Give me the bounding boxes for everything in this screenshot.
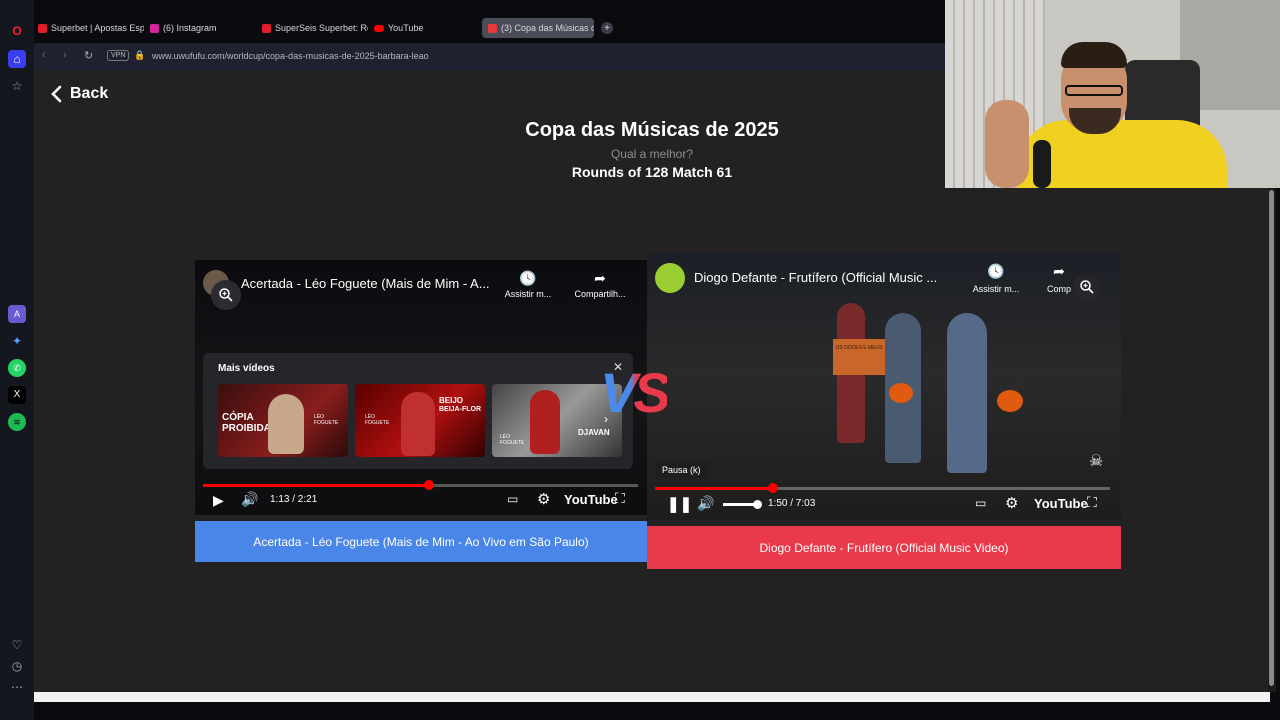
fullscreen-icon[interactable]: ⛶ [615, 490, 625, 507]
watch-later-button[interactable]: 🕓 Assistir m... [963, 263, 1029, 294]
fullscreen-icon[interactable]: ⛶ [1087, 494, 1097, 511]
choose-left-button[interactable]: Acertada - Léo Foguete (Mais de Mim - Ao… [195, 521, 647, 562]
forward-nav-icon[interactable]: › [63, 49, 67, 61]
clock-icon: 🕓 [519, 270, 537, 286]
history-icon[interactable]: ◷ [8, 657, 26, 675]
aria-icon[interactable]: A [8, 305, 26, 323]
volume-icon[interactable]: 🔊 [241, 491, 258, 508]
singer-figure [268, 394, 304, 454]
more-videos-panel: Mais vídeos ✕ CÓPIA PROIBIDA LÉO FOGUETE… [203, 353, 633, 469]
spotify-icon[interactable]: ≋ [8, 413, 26, 431]
uwufufu-icon [488, 23, 497, 33]
pause-tooltip: Pausa (k) [655, 462, 708, 478]
share-icon: ➦ [1053, 263, 1065, 279]
webcam-overlay [945, 0, 1280, 188]
page-bottom-strip [34, 692, 1270, 702]
left-video-player[interactable]: Acertada - Léo Foguete (Mais de Mim - A.… [195, 260, 647, 515]
tab-copa-das-musicas[interactable]: (3) Copa das Músicas de [482, 18, 594, 38]
settings-icon[interactable]: ⚙ [537, 490, 550, 508]
play-icon[interactable]: ▶ [213, 492, 224, 509]
tab-youtube[interactable]: YouTube [374, 18, 474, 38]
messenger-icon[interactable]: ✦ [8, 332, 26, 350]
volume-slider[interactable] [723, 500, 762, 509]
progress-bar[interactable] [203, 480, 638, 490]
superbet-icon [262, 23, 271, 33]
lock-icon[interactable]: 🔒 [134, 50, 145, 61]
back-nav-icon[interactable]: ‹ [42, 49, 46, 61]
volume-knob[interactable] [753, 500, 762, 509]
person-figure [947, 313, 987, 473]
more-videos-label: Mais vídeos [218, 363, 275, 374]
clock-icon: 🕓 [987, 263, 1005, 279]
youtube-icon [374, 24, 384, 32]
opera-icon[interactable]: O [8, 22, 26, 40]
browser-sidebar: O ⌂ ☆ A ✦ ✆ X ≋ ♡ ◷ ⋯ [0, 0, 34, 720]
tab-bar: Superbet | Apostas Esportivas (6) Instag… [34, 14, 945, 42]
progress-knob[interactable] [768, 483, 779, 493]
singer-figure [530, 390, 560, 454]
url-field[interactable]: www.uwufufu.com/worldcup/copa-das-musica… [152, 51, 429, 61]
tab-superbet[interactable]: Superbet | Apostas Esportivas [38, 18, 144, 38]
vpn-badge[interactable]: VPN [107, 50, 130, 61]
subtitles-icon[interactable]: ▭ [507, 492, 518, 506]
pumpkin-bucket [889, 383, 913, 403]
choose-right-button[interactable]: Diogo Defante - Frutífero (Official Musi… [647, 526, 1121, 569]
chevron-left-icon [51, 85, 62, 103]
skull-icon: ☠ [1089, 453, 1104, 470]
share-button[interactable]: ➦ Compartilh... [567, 270, 633, 299]
home-icon[interactable]: ⌂ [8, 50, 26, 68]
progress-fill [655, 487, 774, 490]
protest-sign: OS DOCES E MEUS [833, 339, 885, 375]
instagram-icon [150, 23, 159, 33]
progress-knob[interactable] [424, 480, 435, 490]
back-button[interactable]: Back [50, 85, 108, 103]
share-icon: ➦ [594, 270, 606, 286]
pumpkin-bucket [997, 390, 1023, 412]
whatsapp-icon[interactable]: ✆ [8, 359, 26, 377]
heart-icon[interactable]: ♡ [8, 636, 26, 654]
scrollbar-thumb[interactable] [1269, 190, 1274, 686]
settings-icon[interactable]: ⚙ [1005, 494, 1018, 512]
page-scrollbar[interactable] [1268, 188, 1276, 692]
tab-instagram[interactable]: (6) Instagram [150, 18, 250, 38]
youtube-logo[interactable]: YouTube [1034, 496, 1088, 511]
progress-bar[interactable] [655, 483, 1110, 493]
new-tab-button[interactable]: + [601, 22, 613, 34]
time-display: 1:50 / 7:03 [768, 498, 816, 509]
microphone [1033, 140, 1051, 188]
vs-label: VS [600, 361, 671, 424]
star-icon[interactable]: ☆ [8, 77, 26, 95]
page-subtitle: Qual a melhor? [610, 147, 694, 161]
zoom-icon[interactable] [1073, 273, 1101, 301]
subtitles-icon[interactable]: ▭ [975, 496, 986, 510]
progress-fill [203, 484, 430, 487]
magnifier-icon [219, 288, 233, 302]
time-display: 1:13 / 2:21 [270, 494, 318, 505]
zoom-icon[interactable] [211, 280, 241, 310]
x-icon[interactable]: X [8, 386, 26, 404]
page-title: Copa das Músicas de 2025 [525, 119, 779, 141]
person-hair [1061, 42, 1127, 68]
video-title[interactable]: Acertada - Léo Foguete (Mais de Mim - A.… [241, 276, 490, 291]
right-video-player[interactable]: OS DOCES E MEUS Diogo Defante - Frutífer… [647, 253, 1121, 520]
pause-icon[interactable]: ❚❚ [667, 495, 692, 513]
reload-icon[interactable]: ↻ [84, 49, 93, 62]
watch-later-button[interactable]: 🕓 Assistir m... [497, 270, 559, 299]
address-bar: ‹ › ↻ VPN 🔒 www.uwufufu.com/worldcup/cop… [34, 43, 945, 70]
volume-icon[interactable]: 🔊 [697, 495, 714, 512]
person-arm [985, 100, 1029, 188]
video-title[interactable]: Diogo Defante - Frutífero (Official Musi… [694, 270, 937, 285]
magnifier-icon [1080, 280, 1094, 294]
suggested-video-thumb[interactable]: CÓPIA PROIBIDA LÉO FOGUETE [218, 384, 348, 457]
tab-superseis[interactable]: SuperSeis Superbet: Respo [262, 18, 368, 38]
suggested-video-thumb[interactable]: BEIJO BEIJA-FLOR LÉO FOGUETE [355, 384, 485, 457]
round-label: Rounds of 128 Match 61 [571, 164, 733, 180]
channel-avatar[interactable] [655, 263, 685, 293]
glasses [1065, 85, 1123, 96]
more-icon[interactable]: ⋯ [8, 678, 26, 696]
singer-figure [401, 392, 435, 456]
youtube-logo[interactable]: YouTube [564, 492, 618, 507]
superbet-icon [38, 23, 47, 33]
